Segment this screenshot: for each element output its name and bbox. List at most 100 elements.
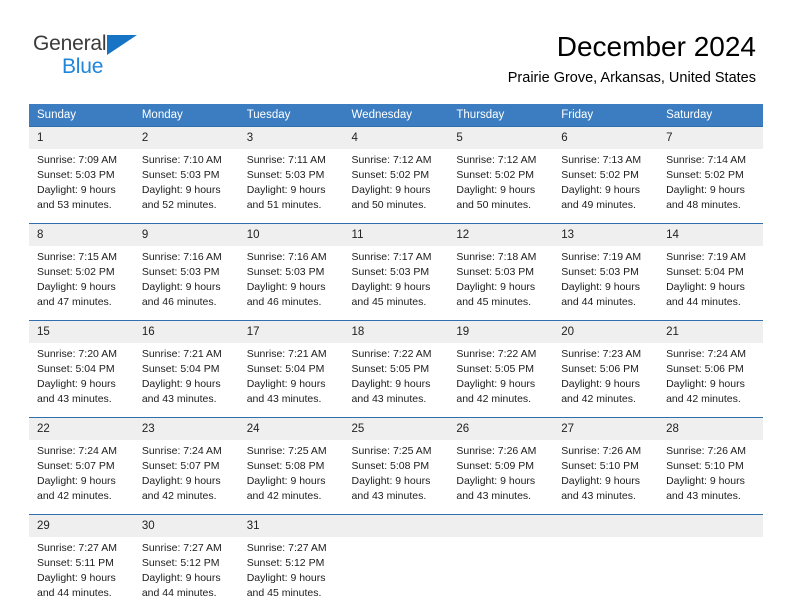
day-cell[interactable]: 20 Sunrise: 7:23 AM Sunset: 5:06 PM Dayl…: [553, 320, 659, 418]
day-cell[interactable]: 31 Sunrise: 7:27 AM Sunset: 5:12 PM Dayl…: [238, 514, 344, 611]
daylight-text-line2: and 44 minutes.: [141, 587, 217, 599]
daylight-text-line2: and 50 minutes.: [456, 199, 532, 211]
day-number: 14: [658, 224, 763, 246]
day-cell[interactable]: 9 Sunrise: 7:16 AM Sunset: 5:03 PM Dayli…: [133, 223, 239, 321]
sunset-text: Sunset: 5:09 PM: [456, 460, 535, 472]
day-details: Sunrise: 7:12 AM Sunset: 5:02 PM Dayligh…: [448, 149, 553, 223]
day-number: 29: [29, 515, 134, 537]
daylight-text-line1: Daylight: 9 hours: [666, 281, 745, 293]
day-cell[interactable]: 24 Sunrise: 7:25 AM Sunset: 5:08 PM Dayl…: [238, 417, 344, 515]
calendar-header-row: Sunday Monday Tuesday Wednesday Thursday…: [29, 104, 763, 127]
page-title: December 2024: [556, 31, 756, 62]
day-cell[interactable]: 28 Sunrise: 7:26 AM Sunset: 5:10 PM Dayl…: [658, 417, 763, 515]
day-details: Sunrise: 7:27 AM Sunset: 5:12 PM Dayligh…: [134, 537, 239, 611]
weekday-header-saturday: Saturday: [658, 104, 763, 127]
day-number: 23: [133, 418, 239, 440]
day-number: 26: [448, 418, 554, 440]
day-cell[interactable]: 14 Sunrise: 7:19 AM Sunset: 5:04 PM Dayl…: [658, 223, 763, 321]
day-details: Sunrise: 7:19 AM Sunset: 5:03 PM Dayligh…: [553, 246, 658, 320]
day-details: Sunrise: 7:16 AM Sunset: 5:03 PM Dayligh…: [239, 246, 344, 320]
daylight-text-line1: Daylight: 9 hours: [141, 475, 221, 487]
logo-word-general: General: [33, 32, 107, 55]
sunrise-text: Sunrise: 7:09 AM: [37, 154, 117, 166]
day-cell[interactable]: 13 Sunrise: 7:19 AM Sunset: 5:03 PM Dayl…: [553, 223, 659, 321]
day-cell[interactable]: 15 Sunrise: 7:20 AM Sunset: 5:04 PM Dayl…: [29, 320, 134, 418]
sunrise-text: Sunrise: 7:24 AM: [666, 348, 747, 360]
day-cell[interactable]: 1 Sunrise: 7:09 AM Sunset: 5:03 PM Dayli…: [29, 126, 134, 224]
daylight-text-line1: Daylight: 9 hours: [456, 378, 536, 390]
day-details: Sunrise: 7:21 AM Sunset: 5:04 PM Dayligh…: [239, 343, 344, 417]
sunset-text: Sunset: 5:12 PM: [246, 557, 325, 569]
day-number: 1: [29, 127, 134, 149]
day-number: 21: [658, 321, 763, 343]
sunset-text: Sunset: 5:02 PM: [456, 169, 535, 181]
day-cell[interactable]: 10 Sunrise: 7:16 AM Sunset: 5:03 PM Dayl…: [238, 223, 344, 321]
generalblue-logo[interactable]: General Blue: [33, 33, 243, 83]
day-cell[interactable]: 6 Sunrise: 7:13 AM Sunset: 5:02 PM Dayli…: [553, 126, 659, 224]
daylight-text-line2: and 43 minutes.: [666, 490, 741, 502]
day-cell[interactable]: 29 Sunrise: 7:27 AM Sunset: 5:11 PM Dayl…: [29, 514, 134, 611]
day-cell-empty: [553, 514, 659, 611]
day-cell[interactable]: 3 Sunrise: 7:11 AM Sunset: 5:03 PM Dayli…: [238, 126, 344, 224]
sunset-text: Sunset: 5:08 PM: [246, 460, 325, 472]
title-block: December 2024 Prairie Grove, Arkansas, U…: [508, 30, 756, 87]
daylight-text-line2: and 45 minutes.: [456, 296, 532, 308]
day-cell[interactable]: 4 Sunrise: 7:12 AM Sunset: 5:02 PM Dayli…: [343, 126, 449, 224]
day-cell[interactable]: 5 Sunrise: 7:12 AM Sunset: 5:02 PM Dayli…: [448, 126, 554, 224]
day-number: 20: [553, 321, 659, 343]
sunset-text: Sunset: 5:06 PM: [666, 363, 744, 375]
day-cell[interactable]: 19 Sunrise: 7:22 AM Sunset: 5:05 PM Dayl…: [448, 320, 554, 418]
day-cell[interactable]: 22 Sunrise: 7:24 AM Sunset: 5:07 PM Dayl…: [29, 417, 134, 515]
daylight-text-line1: Daylight: 9 hours: [666, 378, 745, 390]
sunset-text: Sunset: 5:02 PM: [561, 169, 639, 181]
weekday-header-wednesday: Wednesday: [343, 104, 449, 127]
weekday-header-thursday: Thursday: [448, 104, 554, 127]
day-cell[interactable]: 8 Sunrise: 7:15 AM Sunset: 5:02 PM Dayli…: [29, 223, 134, 321]
sunset-text: Sunset: 5:02 PM: [351, 169, 430, 181]
daylight-text-line1: Daylight: 9 hours: [456, 184, 536, 196]
day-cell[interactable]: 17 Sunrise: 7:21 AM Sunset: 5:04 PM Dayl…: [238, 320, 344, 418]
week-row: 8 Sunrise: 7:15 AM Sunset: 5:02 PM Dayli…: [29, 223, 763, 321]
daylight-text-line2: and 51 minutes.: [246, 199, 322, 211]
day-cell[interactable]: 16 Sunrise: 7:21 AM Sunset: 5:04 PM Dayl…: [133, 320, 239, 418]
daylight-text-line2: and 42 minutes.: [37, 490, 112, 502]
day-cell[interactable]: 18 Sunrise: 7:22 AM Sunset: 5:05 PM Dayl…: [343, 320, 449, 418]
daylight-text-line1: Daylight: 9 hours: [141, 572, 221, 584]
daylight-text-line2: and 45 minutes.: [246, 587, 322, 599]
sunrise-text: Sunrise: 7:20 AM: [37, 348, 117, 360]
daylight-text-line2: and 43 minutes.: [351, 490, 427, 502]
sunset-text: Sunset: 5:03 PM: [351, 266, 430, 278]
daylight-text-line1: Daylight: 9 hours: [561, 378, 641, 390]
day-number: 7: [658, 127, 763, 149]
day-number: [448, 515, 554, 537]
sunrise-text: Sunrise: 7:19 AM: [561, 251, 642, 263]
day-cell-empty: [343, 514, 449, 611]
day-cell[interactable]: 25 Sunrise: 7:25 AM Sunset: 5:08 PM Dayl…: [343, 417, 449, 515]
day-number: [658, 515, 763, 537]
sunset-text: Sunset: 5:05 PM: [351, 363, 430, 375]
day-cell[interactable]: 12 Sunrise: 7:18 AM Sunset: 5:03 PM Dayl…: [448, 223, 554, 321]
day-number: 9: [133, 224, 239, 246]
daylight-text-line2: and 49 minutes.: [561, 199, 636, 211]
day-cell[interactable]: 23 Sunrise: 7:24 AM Sunset: 5:07 PM Dayl…: [133, 417, 239, 515]
day-cell[interactable]: 2 Sunrise: 7:10 AM Sunset: 5:03 PM Dayli…: [133, 126, 239, 224]
day-number: 19: [448, 321, 554, 343]
day-cell[interactable]: 21 Sunrise: 7:24 AM Sunset: 5:06 PM Dayl…: [658, 320, 763, 418]
sunset-text: Sunset: 5:04 PM: [666, 266, 744, 278]
day-number: 10: [238, 224, 344, 246]
day-details: Sunrise: 7:27 AM Sunset: 5:11 PM Dayligh…: [29, 537, 134, 611]
day-cell[interactable]: 11 Sunrise: 7:17 AM Sunset: 5:03 PM Dayl…: [343, 223, 449, 321]
daylight-text-line1: Daylight: 9 hours: [37, 281, 116, 293]
day-details: [553, 537, 658, 609]
daylight-text-line2: and 43 minutes.: [456, 490, 532, 502]
daylight-text-line2: and 43 minutes.: [37, 393, 112, 405]
day-number: 22: [29, 418, 134, 440]
day-cell[interactable]: 27 Sunrise: 7:26 AM Sunset: 5:10 PM Dayl…: [553, 417, 659, 515]
day-details: Sunrise: 7:20 AM Sunset: 5:04 PM Dayligh…: [29, 343, 134, 417]
day-cell[interactable]: 26 Sunrise: 7:26 AM Sunset: 5:09 PM Dayl…: [448, 417, 554, 515]
day-number: 3: [238, 127, 344, 149]
day-cell[interactable]: 30 Sunrise: 7:27 AM Sunset: 5:12 PM Dayl…: [133, 514, 239, 611]
day-number: 27: [553, 418, 659, 440]
day-cell[interactable]: 7 Sunrise: 7:14 AM Sunset: 5:02 PM Dayli…: [658, 126, 763, 224]
daylight-text-line2: and 46 minutes.: [141, 296, 217, 308]
